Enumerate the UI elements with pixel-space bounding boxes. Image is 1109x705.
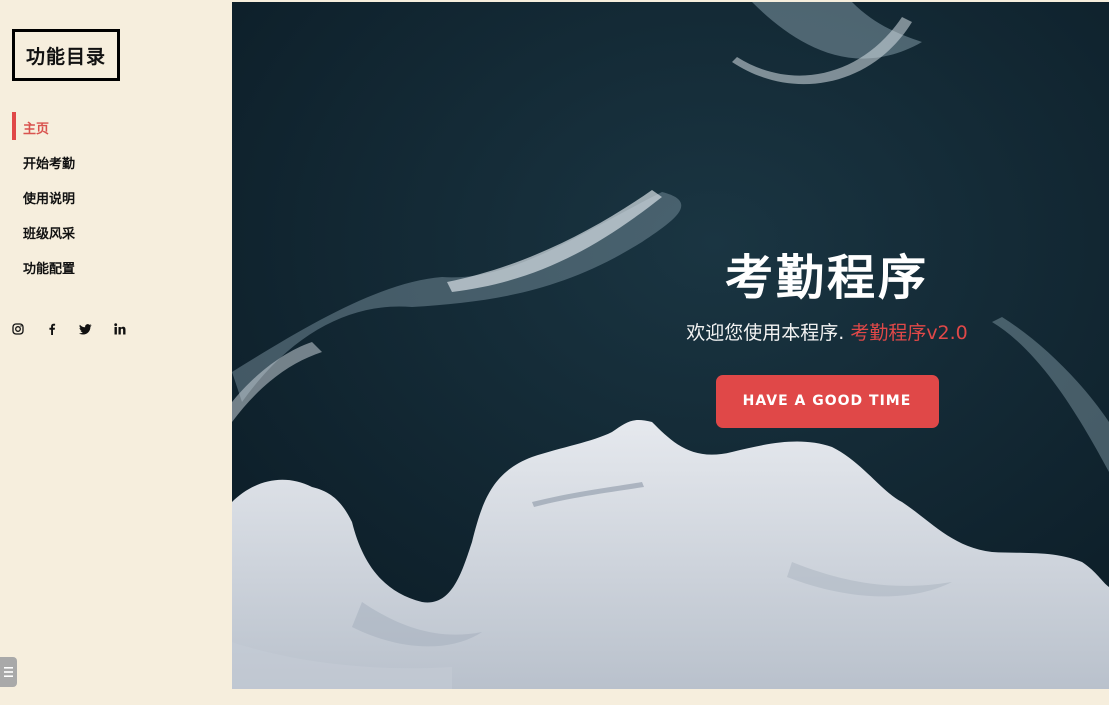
hero-section: 考勤程序 欢迎您使用本程序. 考勤程序v2.0 HAVE A GOOD TIME [232,2,1109,689]
cta-button[interactable]: HAVE A GOOD TIME [715,375,939,428]
instagram-icon[interactable] [11,320,24,338]
hero-title: 考勤程序 [724,250,929,306]
sidebar-nav: 主页 开始考勤 使用说明 班级风采 功能配置 [12,110,75,285]
hero-subtitle-text: 欢迎您使用本程序. [686,322,845,344]
linkedin-icon[interactable] [113,320,126,338]
nav-item-instructions[interactable]: 使用说明 [12,180,75,215]
hero-subtitle: 欢迎您使用本程序. 考勤程序v2.0 [652,318,1002,345]
site-logo[interactable]: 功能目录 [12,29,120,81]
menu-icon [4,663,13,682]
sidebar: 功能目录 主页 开始考勤 使用说明 班级风采 功能配置 [0,0,232,705]
twitter-icon[interactable] [79,320,92,338]
hero-content: 考勤程序 欢迎您使用本程序. 考勤程序v2.0 HAVE A GOOD TIME [652,250,1002,428]
nav-item-start-attendance[interactable]: 开始考勤 [12,145,75,180]
social-links [11,320,126,338]
nav-item-settings[interactable]: 功能配置 [12,250,75,285]
nav-item-home[interactable]: 主页 [12,110,75,145]
facebook-icon[interactable] [45,320,58,338]
hero-subtitle-accent: 考勤程序v2.0 [850,322,968,344]
nav-item-class-showcase[interactable]: 班级风采 [12,215,75,250]
menu-toggle-button[interactable] [0,657,17,687]
